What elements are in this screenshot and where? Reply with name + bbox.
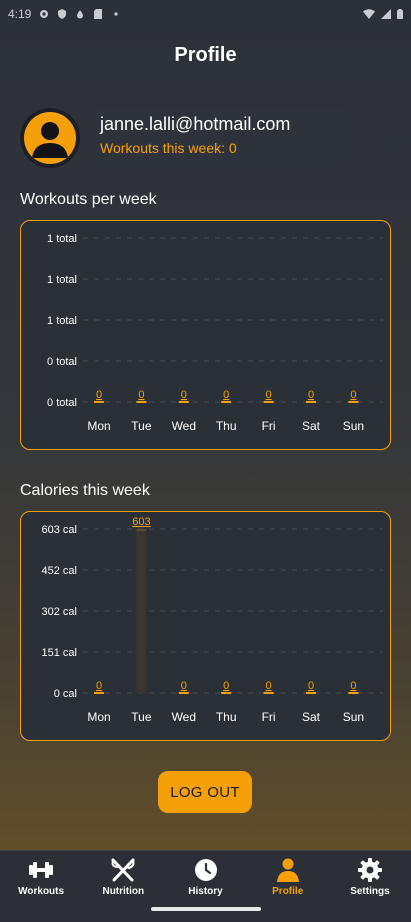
data-label: 0 bbox=[308, 680, 314, 692]
x-tick-label: Tue bbox=[131, 419, 152, 433]
settings-status-icon bbox=[40, 10, 49, 18]
user-email: janne.lalli@hotmail.com bbox=[100, 114, 291, 134]
workouts-chart-svg: 1 total 1 total 1 total 0 total 0 total 0 Mon 0… bbox=[47, 233, 383, 433]
chart-bar bbox=[94, 692, 104, 694]
nav-label: Profile bbox=[272, 886, 304, 897]
x-tick-label: Thu bbox=[216, 710, 237, 724]
nav-history[interactable]: History bbox=[164, 851, 246, 900]
y-tick-label: 1 total bbox=[47, 233, 77, 245]
y-tick-label: 0 total bbox=[47, 356, 77, 368]
fork-knife-icon bbox=[111, 858, 135, 882]
chart-bar bbox=[136, 401, 147, 403]
calories-section-title: Calories this week bbox=[20, 482, 150, 499]
x-tick-label: Sun bbox=[343, 710, 364, 724]
nav-settings[interactable]: Settings bbox=[329, 851, 411, 900]
nav-label: History bbox=[188, 886, 223, 897]
chart-bar bbox=[348, 692, 359, 694]
home-indicator[interactable] bbox=[151, 907, 261, 911]
data-label: 0 bbox=[266, 389, 272, 401]
chart-bar bbox=[306, 401, 316, 403]
nav-label: Settings bbox=[350, 886, 390, 897]
nav-profile[interactable]: Profile bbox=[247, 851, 329, 900]
dumbbell-icon bbox=[29, 862, 54, 878]
shield-status-icon bbox=[58, 9, 67, 19]
y-tick-label: 452 cal bbox=[42, 565, 77, 577]
data-label: 0 bbox=[181, 389, 187, 401]
chart-bar-cap bbox=[136, 529, 147, 531]
chart-bar bbox=[263, 401, 274, 403]
chart-bar bbox=[221, 692, 232, 694]
x-tick-label: Wed bbox=[172, 710, 196, 724]
data-label: 0 bbox=[308, 389, 314, 401]
bottom-nav: Workouts Nutrition History Profile Setti… bbox=[0, 850, 411, 900]
signal-icon bbox=[381, 9, 391, 19]
x-tick-label: Sun bbox=[343, 419, 364, 433]
data-label: 0 bbox=[96, 680, 102, 692]
status-bar: 4:19 bbox=[0, 0, 411, 28]
sd-card-status-icon bbox=[94, 9, 103, 19]
clock-icon bbox=[194, 859, 217, 881]
avatar bbox=[20, 108, 80, 168]
y-tick-label: 0 cal bbox=[54, 688, 77, 700]
battery-icon bbox=[397, 9, 403, 19]
y-tick-label: 0 total bbox=[47, 397, 77, 409]
system-nav-area bbox=[0, 900, 411, 922]
data-label: 0 bbox=[266, 680, 272, 692]
y-tick-label: 603 cal bbox=[42, 524, 77, 536]
x-tick-label: Mon bbox=[87, 419, 110, 433]
x-tick-label: Fri bbox=[262, 710, 276, 724]
data-label: 0 bbox=[350, 680, 356, 692]
user-info-card: janne.lalli@hotmail.com Workouts this we… bbox=[90, 108, 350, 168]
chart-bar bbox=[136, 529, 147, 693]
chart-bar bbox=[348, 401, 359, 403]
wifi-icon bbox=[363, 9, 375, 19]
nav-workouts[interactable]: Workouts bbox=[0, 851, 82, 900]
x-tick-label: Thu bbox=[216, 419, 237, 433]
workouts-this-week: Workouts this week: 0 bbox=[100, 140, 237, 156]
x-tick-label: Tue bbox=[131, 710, 152, 724]
chart-bar bbox=[263, 692, 274, 694]
workouts-chart: 1 total 1 total 1 total 0 total 0 total 0 Mon 0… bbox=[20, 220, 391, 450]
x-tick-label: Fri bbox=[262, 419, 276, 433]
nav-nutrition[interactable]: Nutrition bbox=[82, 851, 164, 900]
person-avatar-icon bbox=[32, 122, 68, 158]
y-tick-label: 302 cal bbox=[42, 606, 77, 618]
chart-bar bbox=[221, 401, 232, 403]
data-label: 0 bbox=[181, 680, 187, 692]
chart-bar bbox=[94, 401, 104, 403]
y-tick-label: 1 total bbox=[47, 315, 77, 327]
dot-status-icon bbox=[114, 12, 118, 16]
x-tick-label: Wed bbox=[172, 419, 196, 433]
gear-icon bbox=[357, 858, 382, 882]
data-label: 0 bbox=[350, 389, 356, 401]
calories-chart: 603 cal 452 cal 302 cal 151 cal 0 cal 0 Mon 603… bbox=[20, 511, 391, 741]
data-label: 0 bbox=[96, 389, 102, 401]
x-tick-label: Sat bbox=[302, 710, 321, 724]
data-label: 603 bbox=[132, 516, 150, 528]
data-label: 0 bbox=[223, 680, 229, 692]
y-tick-label: 1 total bbox=[47, 274, 77, 286]
drop-status-icon bbox=[77, 10, 84, 19]
page-title: Profile bbox=[174, 44, 237, 66]
x-tick-label: Mon bbox=[87, 710, 110, 724]
status-time: 4:19 bbox=[8, 7, 32, 21]
chart-bar bbox=[178, 692, 189, 694]
logout-button[interactable]: LOG OUT bbox=[158, 771, 252, 813]
y-tick-label: 151 cal bbox=[42, 647, 77, 659]
x-tick-label: Sat bbox=[302, 419, 321, 433]
data-label: 0 bbox=[138, 389, 144, 401]
nav-label: Workouts bbox=[18, 886, 65, 897]
person-icon bbox=[276, 858, 299, 882]
calories-chart-svg: 603 cal 452 cal 302 cal 151 cal 0 cal 0 Mon 603… bbox=[42, 516, 383, 724]
nav-label: Nutrition bbox=[102, 886, 145, 897]
chart-bar bbox=[306, 692, 316, 694]
data-label: 0 bbox=[223, 389, 229, 401]
chart-bar bbox=[178, 401, 189, 403]
workouts-section-title: Workouts per week bbox=[20, 191, 157, 208]
